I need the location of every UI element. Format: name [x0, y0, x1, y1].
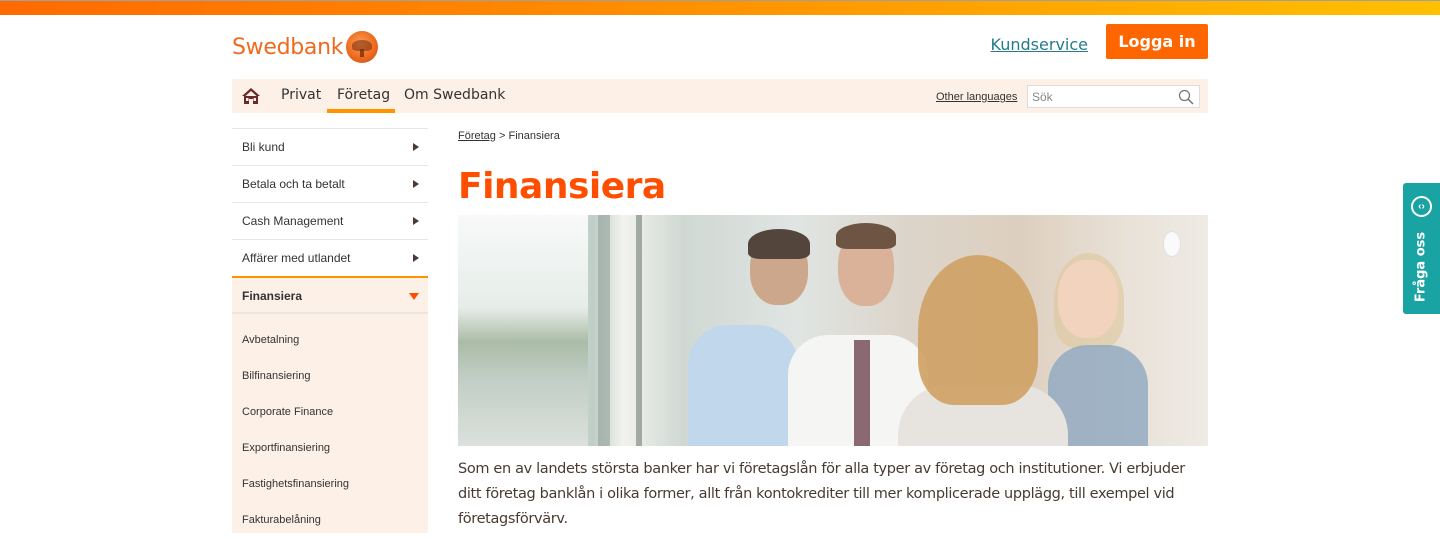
other-languages-link[interactable]: Other languages — [936, 91, 1017, 103]
intro-text: Som en av landets största banker har vi … — [458, 461, 1185, 527]
breadcrumb-current: Finansiera — [508, 130, 560, 142]
submenu-item-avbetalning[interactable]: Avbetalning — [232, 317, 428, 353]
submenu-item-label: Bilfinansiering — [242, 370, 311, 382]
sidebar-item-label: Betala och ta betalt — [242, 177, 345, 191]
breadcrumb-separator: > — [498, 130, 506, 142]
sidebar-item-bli-kund[interactable]: Bli kund — [232, 128, 428, 165]
sidebar-item-label: Bli kund — [242, 140, 285, 154]
home-icon[interactable] — [241, 87, 261, 105]
sidebar: Bli kund Betala och ta betalt Cash Manag… — [232, 128, 428, 533]
login-button[interactable]: Logga in — [1106, 24, 1208, 59]
nav-item-foretag[interactable]: Företag — [337, 87, 390, 103]
main-nav: Privat Företag Om Swedbank Other languag… — [232, 79, 1208, 113]
swedbank-logo[interactable]: Swedbank — [232, 31, 379, 63]
chevron-down-icon — [409, 293, 419, 300]
nav-active-indicator — [327, 109, 395, 113]
kundservice-link[interactable]: Kundservice — [991, 35, 1088, 54]
top-gradient-bar — [0, 0, 1440, 15]
submenu-item-label: Corporate Finance — [242, 406, 334, 418]
oak-tree-icon — [346, 31, 379, 63]
sidebar-item-label: Affärer med utlandet — [242, 251, 351, 265]
submenu-item-label: Avbetalning — [242, 334, 300, 346]
nav-item-privat[interactable]: Privat — [281, 87, 321, 103]
sidebar-item-affarer-med-utlandet[interactable]: Affärer med utlandet — [232, 239, 428, 276]
hero-image — [458, 215, 1208, 446]
sidebar-item-label: Finansiera — [242, 289, 303, 303]
submenu-item-corporate-finance[interactable]: Corporate Finance — [232, 389, 428, 425]
submenu-item-fastighetsfinansiering[interactable]: Fastighetsfinansiering — [232, 461, 428, 497]
search-input[interactable] — [1032, 90, 1172, 104]
submenu-item-bilfinansiering[interactable]: Bilfinansiering — [232, 353, 428, 389]
logo-text: Swedbank — [232, 34, 344, 60]
chevron-right-icon — [413, 143, 419, 151]
chevron-right-icon — [413, 254, 419, 262]
breadcrumb: Företag > Finansiera — [458, 130, 560, 142]
finansiera-submenu: Avbetalning Bilfinansiering Corporate Fi… — [232, 314, 428, 533]
page-title: Finansiera — [458, 166, 666, 207]
sidebar-item-betala[interactable]: Betala och ta betalt — [232, 165, 428, 202]
nav-item-om-swedbank[interactable]: Om Swedbank — [404, 87, 505, 103]
sidebar-item-label: Cash Management — [242, 214, 344, 228]
fraga-oss-button[interactable]: ‹› Fråga oss — [1403, 183, 1440, 314]
hero-overlay — [458, 215, 1208, 446]
breadcrumb-link-foretag[interactable]: Företag — [458, 130, 496, 142]
sidebar-item-cash-management[interactable]: Cash Management — [232, 202, 428, 239]
chevron-right-icon — [413, 180, 419, 188]
search-icon[interactable] — [1178, 89, 1194, 105]
submenu-item-exportfinansiering[interactable]: Exportfinansiering — [232, 425, 428, 461]
fraga-oss-label: Fråga oss — [1413, 231, 1429, 303]
chat-icon: ‹› — [1411, 196, 1432, 217]
submenu-item-label: Fastighetsfinansiering — [242, 478, 350, 490]
header: Swedbank Kundservice Logga in — [232, 15, 1208, 78]
submenu-item-fakturabelaning[interactable]: Fakturabelåning — [232, 497, 428, 533]
sidebar-item-finansiera[interactable]: Finansiera — [232, 276, 428, 314]
submenu-item-label: Exportfinansiering — [242, 442, 331, 454]
search-box — [1027, 85, 1200, 108]
submenu-item-label: Fakturabelåning — [242, 514, 321, 526]
chevron-right-icon — [413, 217, 419, 225]
